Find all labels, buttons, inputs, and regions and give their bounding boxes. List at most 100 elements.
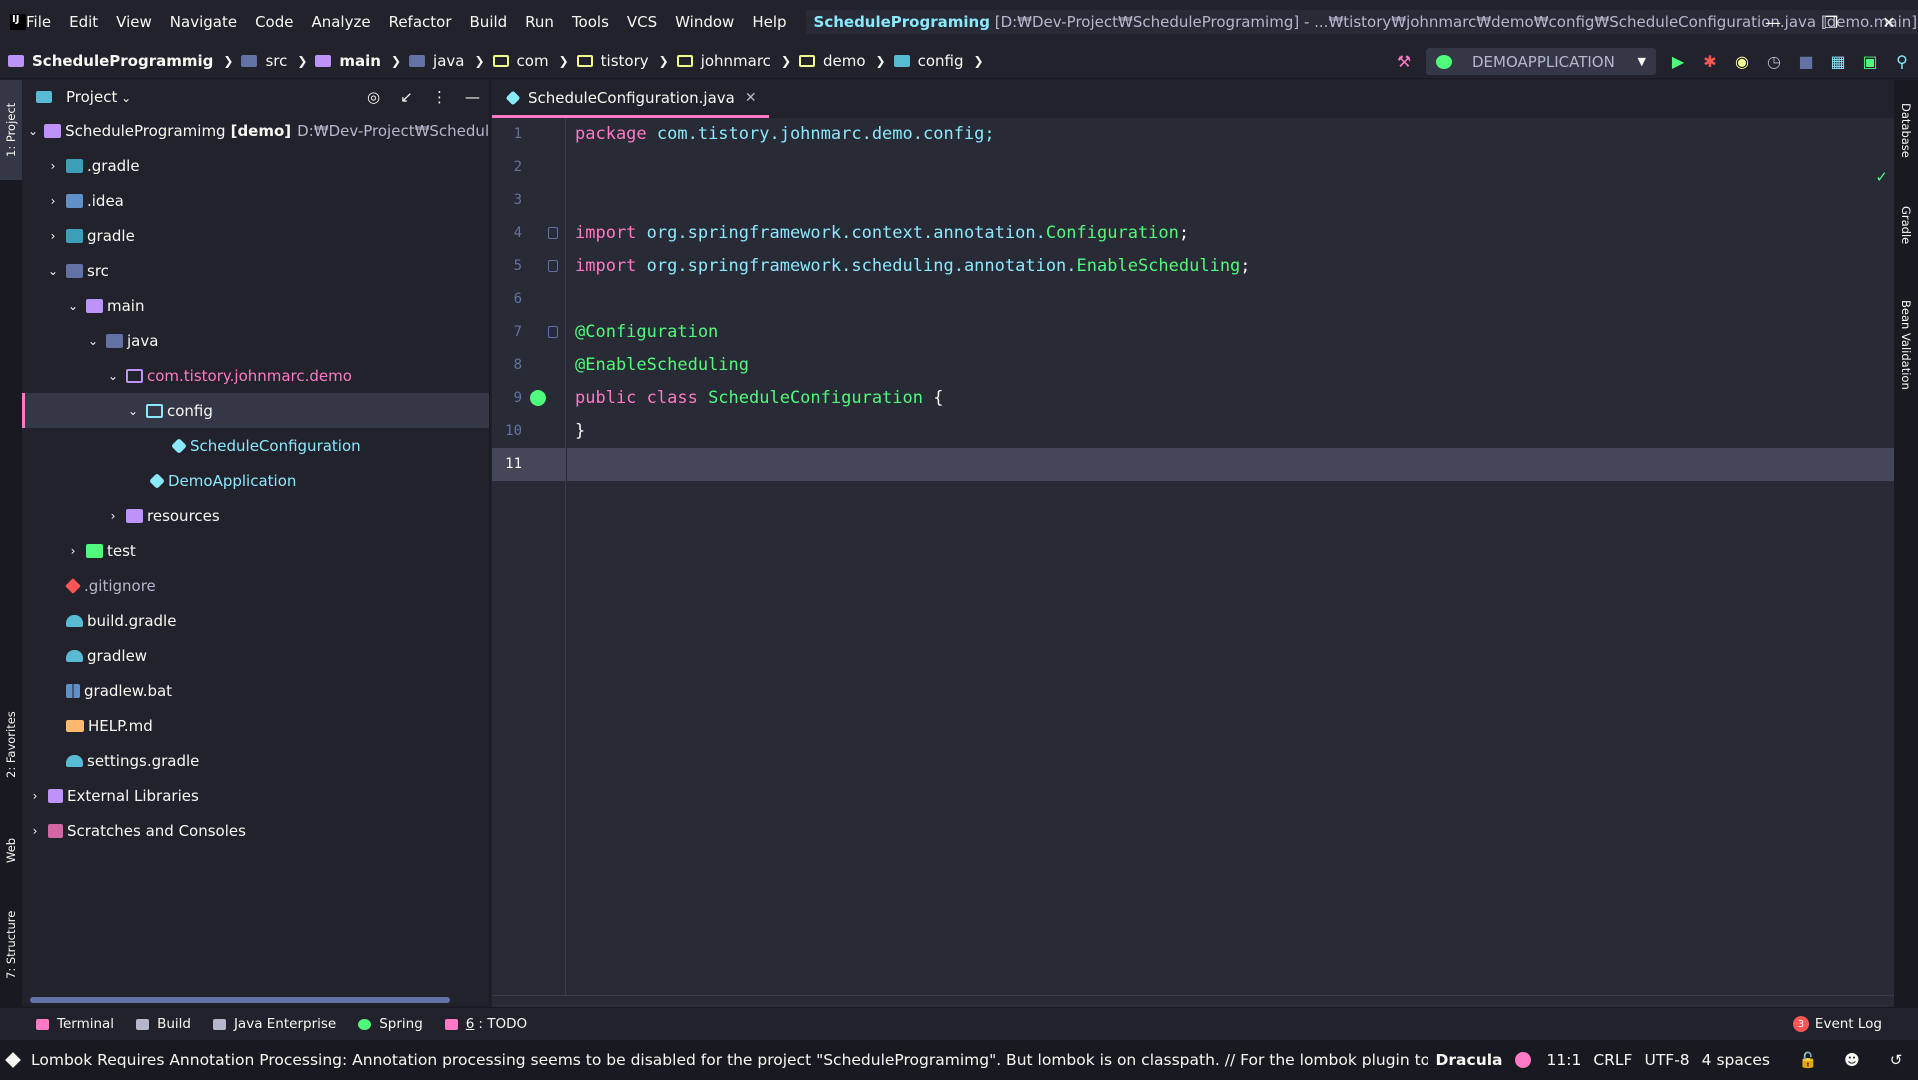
tree-item-idea[interactable]: › .idea xyxy=(22,183,489,218)
menu-refactor[interactable]: Refactor xyxy=(380,13,461,31)
minimize-button[interactable]: — xyxy=(1744,0,1802,44)
line-separator[interactable]: CRLF xyxy=(1593,1051,1632,1069)
terminal-icon xyxy=(36,1018,49,1030)
collapse-all-icon[interactable]: ↙ xyxy=(390,88,423,106)
scratch-icon xyxy=(48,823,63,838)
breadcrumb-demo[interactable]: demo ❯ xyxy=(799,52,886,70)
menu-tools[interactable]: Tools xyxy=(563,13,618,31)
status-message[interactable]: Lombok Requires Annotation Processing: A… xyxy=(31,1051,1428,1069)
menu-analyze[interactable]: Analyze xyxy=(302,13,379,31)
file-encoding[interactable]: UTF-8 xyxy=(1644,1051,1689,1069)
tree-item-project-root[interactable]: ⌄ ScheduleProgramimg [demo] D:₩Dev-Proje… xyxy=(22,113,489,148)
tree-item-package-demo[interactable]: ⌄ com.tistory.johnmarc.demo xyxy=(22,358,489,393)
fold-marker-icon[interactable] xyxy=(548,260,558,272)
close-tab-icon[interactable]: ✕ xyxy=(745,90,757,106)
tree-item-dot-gradle[interactable]: › .gradle xyxy=(22,148,489,183)
project-tool-window: Project ◎ ↙ ⋮ — ⌄ ScheduleProgramimg [de… xyxy=(22,80,490,1005)
tree-item-build-gradle[interactable]: build.gradle xyxy=(22,603,489,638)
tool-tab-build[interactable]: Build xyxy=(136,1016,191,1032)
menu-navigate[interactable]: Navigate xyxy=(161,13,246,31)
lock-icon[interactable]: 🔓 xyxy=(1786,1051,1830,1069)
debug-icon[interactable]: ✱ xyxy=(1694,44,1726,79)
tool-tab-database[interactable]: Database xyxy=(1894,90,1918,170)
tool-tab-bean-validation[interactable]: Bean Validation xyxy=(1894,280,1918,410)
close-window-button[interactable]: ✕ xyxy=(1860,0,1918,44)
windows-file-icon xyxy=(66,683,80,698)
tree-item-resources[interactable]: › resources xyxy=(22,498,489,533)
tree-item-config[interactable]: ⌄ config xyxy=(22,393,489,428)
folder-test-icon xyxy=(86,543,103,558)
tool-tab-spring[interactable]: Spring xyxy=(358,1016,423,1032)
tree-item-src[interactable]: ⌄ src xyxy=(22,253,489,288)
editor-tab-schedule-configuration[interactable]: ScheduleConfiguration.java ✕ xyxy=(492,80,769,118)
tree-item-demo-application[interactable]: DemoApplication xyxy=(22,463,489,498)
breadcrumb-tistory[interactable]: tistory ❯ xyxy=(576,52,669,70)
tree-item-gradle[interactable]: › gradle xyxy=(22,218,489,253)
options-icon[interactable]: ⋮ xyxy=(423,88,456,106)
menu-view[interactable]: View xyxy=(107,13,161,31)
fold-marker-icon[interactable] xyxy=(548,227,558,239)
breadcrumb-config[interactable]: config ❯ xyxy=(893,52,984,70)
tree-item-gradlew[interactable]: gradlew xyxy=(22,638,489,673)
editor-horizontal-scrollbar[interactable] xyxy=(492,995,1894,1007)
tree-item-scratches[interactable]: › Scratches and Consoles xyxy=(22,813,489,848)
fold-marker-icon[interactable] xyxy=(548,326,558,338)
project-view-selector[interactable]: Project xyxy=(66,88,131,106)
horizontal-scrollbar[interactable] xyxy=(30,997,450,1003)
breadcrumb-project[interactable]: ScheduleProgrammig ❯ xyxy=(8,52,233,70)
breadcrumb-src[interactable]: src ❯ xyxy=(241,52,307,70)
run-configuration-select[interactable]: DEMOAPPLICATION ▼ xyxy=(1426,48,1656,75)
menu-help[interactable]: Help xyxy=(743,13,795,31)
library-icon xyxy=(48,788,63,803)
tree-item-java[interactable]: ⌄ java xyxy=(22,323,489,358)
tool-tab-gradle[interactable]: Gradle xyxy=(1894,190,1918,260)
caret-position[interactable]: 11:1 xyxy=(1547,1051,1582,1069)
code-area[interactable]: package com.tistory.johnmarc.demo.config… xyxy=(567,118,1894,1007)
tree-item-help-md[interactable]: HELP.md xyxy=(22,708,489,743)
profile-icon[interactable]: ◷ xyxy=(1758,44,1790,79)
menu-vcs[interactable]: VCS xyxy=(618,13,666,31)
tool-tab-terminal[interactable]: Terminal xyxy=(36,1016,114,1032)
tool-tab-todo[interactable]: 6: TODO xyxy=(444,1016,527,1032)
stop-icon[interactable]: ■ xyxy=(1790,44,1822,79)
tree-item-external-libraries[interactable]: › External Libraries xyxy=(22,778,489,813)
breadcrumb-com[interactable]: com ❯ xyxy=(492,52,569,70)
coverage-icon[interactable]: ◉ xyxy=(1726,44,1758,79)
chevron-right-icon: ❯ xyxy=(297,54,308,68)
tool-tab-web[interactable]: Web xyxy=(0,820,22,880)
tree-item-main[interactable]: ⌄ main xyxy=(22,288,489,323)
breadcrumb-johnmarc[interactable]: johnmarc ❯ xyxy=(676,52,791,70)
menu-run[interactable]: Run xyxy=(516,13,563,31)
tool-tab-favorites[interactable]: 2: Favorites xyxy=(0,695,22,795)
indent-setting[interactable]: 4 spaces xyxy=(1702,1051,1770,1069)
menu-window[interactable]: Window xyxy=(666,13,743,31)
menu-build[interactable]: Build xyxy=(461,13,517,31)
tool-tab-project[interactable]: 1: Project xyxy=(0,80,22,180)
restore-button[interactable]: ❐ xyxy=(1802,0,1860,44)
tree-item-test[interactable]: › test xyxy=(22,533,489,568)
event-log-button[interactable]: 3 Event Log xyxy=(1792,1016,1882,1032)
breadcrumb-main[interactable]: main ❯ xyxy=(315,52,401,70)
no-problems-check-icon[interactable]: ✓ xyxy=(1875,168,1888,186)
memory-indicator-icon[interactable]: ↺ xyxy=(1874,1051,1918,1069)
locate-icon[interactable]: ◎ xyxy=(357,88,390,106)
spring-bean-gutter-icon[interactable] xyxy=(530,390,546,406)
tree-item-gitignore[interactable]: .gitignore xyxy=(22,568,489,603)
project-structure-icon[interactable]: ▦ xyxy=(1822,44,1854,79)
tree-item-gradlew-bat[interactable]: gradlew.bat xyxy=(22,673,489,708)
hide-panel-icon[interactable]: — xyxy=(456,88,489,106)
tree-item-schedule-configuration[interactable]: ScheduleConfiguration xyxy=(22,428,489,463)
inspector-icon[interactable]: ☻ xyxy=(1830,1051,1874,1069)
breadcrumb-java[interactable]: java ❯ xyxy=(409,52,485,70)
hammer-build-icon[interactable]: ⚒ xyxy=(1388,44,1420,79)
menu-code[interactable]: Code xyxy=(246,13,302,31)
tool-tab-structure[interactable]: 7: Structure xyxy=(0,895,22,995)
theme-label[interactable]: Dracula xyxy=(1436,1051,1503,1069)
tool-tab-java-enterprise[interactable]: Java Enterprise xyxy=(212,1016,336,1032)
tree-item-settings-gradle[interactable]: settings.gradle xyxy=(22,743,489,778)
run-icon[interactable]: ▶ xyxy=(1662,44,1694,79)
menu-edit[interactable]: Edit xyxy=(60,13,107,31)
line-number: 7 xyxy=(513,324,522,340)
search-everywhere-icon[interactable]: ⚲ xyxy=(1886,44,1918,79)
terminal-icon[interactable]: ▣ xyxy=(1854,44,1886,79)
